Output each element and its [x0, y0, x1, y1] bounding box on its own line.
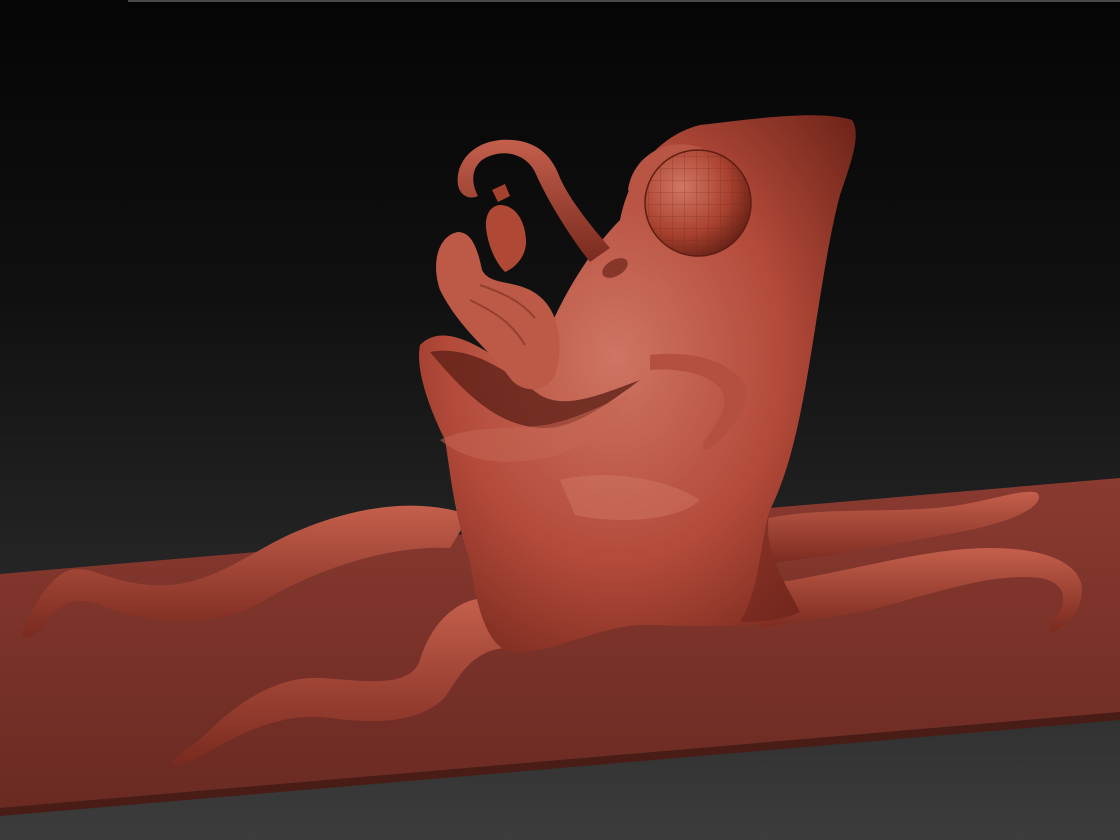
creature-antenna	[457, 139, 610, 262]
lure-fish	[485, 205, 527, 272]
lure-fish-fin	[492, 184, 510, 202]
zbrush-viewport[interactable]	[0, 0, 1120, 840]
sculpt-scene[interactable]	[0, 0, 1120, 840]
